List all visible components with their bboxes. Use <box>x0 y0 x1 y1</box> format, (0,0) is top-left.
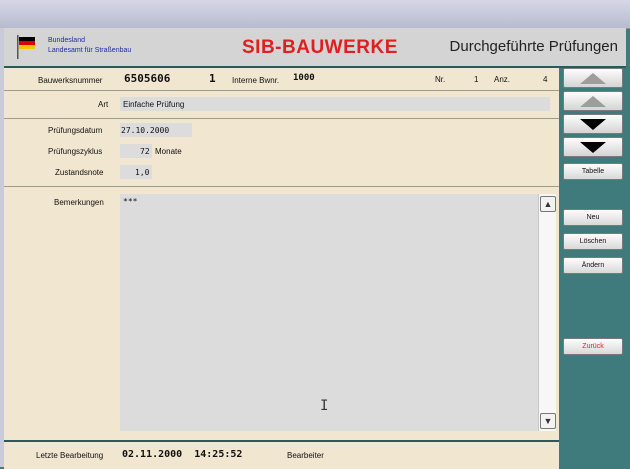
bemerkungen-textarea[interactable]: *** <box>120 194 538 431</box>
tabelle-button[interactable]: Tabelle <box>563 163 623 180</box>
teil-value: 1 <box>209 72 216 85</box>
art-value: Einfache Prüfung <box>123 100 185 109</box>
neu-button[interactable]: Neu <box>563 209 623 226</box>
bauwerksnummer-label: Bauwerksnummer <box>38 76 103 85</box>
pruefungszyklus-value: 72 <box>140 147 150 156</box>
agency-line-2: Landesamt für Straßenbau <box>48 47 132 54</box>
window-titlebar <box>0 0 630 29</box>
down-arrow-icon <box>580 118 606 130</box>
letzte-bearbeitung-value: 02.11.2000 14:25:52 <box>122 449 243 460</box>
scroll-up-button[interactable]: ▲ <box>540 196 556 212</box>
previous-record-button[interactable] <box>563 91 623 111</box>
text-cursor-icon: I <box>320 398 329 414</box>
record-header-row: Bauwerksnummer 6505606 1 Interne Bwnr. 1… <box>4 68 559 90</box>
pruefungszyklus-label: Prüfungszyklus <box>48 147 103 156</box>
pruefungszyklus-unit: Monate <box>155 147 182 156</box>
pruefungsdatum-value: 27.10.2000 <box>121 126 170 135</box>
interne-bwnr-label: Interne Bwnr. <box>232 76 280 85</box>
nr-value: 1 <box>474 75 479 84</box>
bemerkungen-value: *** <box>123 197 138 206</box>
zustandsnote-label: Zustandsnote <box>55 168 104 177</box>
up-arrow-icon <box>580 72 606 84</box>
divider <box>4 90 559 91</box>
art-field[interactable] <box>120 97 550 111</box>
bauwerksnummer-value: 6505606 <box>124 72 171 85</box>
zustandsnote-value: 1,0 <box>135 168 150 177</box>
anz-label: Anz. <box>494 75 511 84</box>
art-label: Art <box>98 100 109 109</box>
last-record-button[interactable] <box>563 137 623 157</box>
footer-bar: Letzte Bearbeitung 02.11.2000 14:25:52 B… <box>4 440 559 469</box>
aendern-button[interactable]: Ändern <box>563 257 623 274</box>
down-arrow-icon <box>580 141 606 153</box>
app-title: SIB-BAUWERKE <box>242 37 398 58</box>
zurueck-button[interactable]: Zurück <box>563 338 623 355</box>
divider <box>4 186 559 187</box>
next-record-button[interactable] <box>563 114 623 134</box>
section-title: Durchgeführte Prüfungen <box>449 38 618 55</box>
interne-bwnr-value: 1000 <box>293 73 315 83</box>
first-record-button[interactable] <box>563 68 623 88</box>
agency-line-1: Bundesland <box>48 37 85 44</box>
pruefungsdatum-label: Prüfungsdatum <box>48 126 103 135</box>
anz-value: 4 <box>543 75 548 84</box>
loeschen-button[interactable]: Löschen <box>563 233 623 250</box>
flag-icon <box>17 35 35 59</box>
letzte-bearbeitung-label: Letzte Bearbeitung <box>36 451 104 460</box>
bemerkungen-scrollbar[interactable]: ▲ ▼ <box>538 194 556 431</box>
form-panel: Bauwerksnummer 6505606 1 Interne Bwnr. 1… <box>4 68 559 440</box>
bearbeiter-label: Bearbeiter <box>287 451 324 460</box>
nr-label: Nr. <box>435 75 446 84</box>
app-header: Bundesland Landesamt für Straßenbau SIB-… <box>4 28 626 68</box>
bemerkungen-label: Bemerkungen <box>54 198 104 207</box>
scroll-down-button[interactable]: ▼ <box>540 413 556 429</box>
divider <box>4 118 559 119</box>
up-arrow-icon <box>580 95 606 107</box>
